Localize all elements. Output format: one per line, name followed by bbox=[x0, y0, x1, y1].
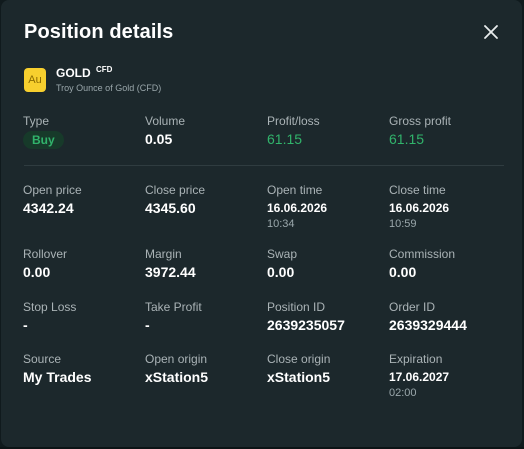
close-price-label: Close price bbox=[145, 183, 206, 197]
dialog-title: Position details bbox=[24, 21, 174, 43]
gross-profit-label: Gross profit bbox=[389, 114, 452, 128]
rollover-value: 0.00 bbox=[23, 264, 51, 280]
open-origin-label: Open origin bbox=[145, 352, 208, 366]
expiration-time: 02:00 bbox=[389, 387, 417, 399]
swap-value: 0.00 bbox=[267, 264, 295, 280]
order-id-label: Order ID bbox=[389, 300, 436, 314]
open-time-time: 10:34 bbox=[267, 218, 295, 230]
profit-loss-field: Profit/loss 61.15 bbox=[267, 114, 385, 147]
close-origin-field: Close origin xStation5 bbox=[267, 352, 385, 385]
stop-loss-label: Stop Loss bbox=[23, 300, 77, 314]
close-time-date: 16.06.2026 bbox=[389, 201, 450, 215]
close-icon[interactable] bbox=[479, 20, 503, 44]
close-origin-label: Close origin bbox=[267, 352, 331, 366]
open-origin-field: Open origin xStation5 bbox=[145, 352, 263, 385]
close-time-label: Close time bbox=[389, 183, 446, 197]
swap-label: Swap bbox=[267, 247, 298, 261]
source-value: My Trades bbox=[23, 369, 92, 385]
open-price-label: Open price bbox=[23, 183, 82, 197]
take-profit-label: Take Profit bbox=[145, 300, 202, 314]
volume-field: Volume 0.05 bbox=[145, 114, 263, 147]
source-field: Source My Trades bbox=[23, 352, 141, 385]
close-time-time: 10:59 bbox=[389, 218, 417, 230]
position-details-dialog: Position details Au GOLD CFD Troy Ounce … bbox=[1, 0, 522, 447]
type-field: Type Buy bbox=[23, 114, 141, 149]
profit-loss-label: Profit/loss bbox=[267, 114, 320, 128]
take-profit-field: Take Profit - bbox=[145, 300, 263, 333]
margin-value: 3972.44 bbox=[145, 264, 196, 280]
close-price-field: Close price 4345.60 bbox=[145, 183, 263, 216]
gross-profit-value: 61.15 bbox=[389, 131, 425, 147]
stop-loss-field: Stop Loss - bbox=[23, 300, 141, 333]
position-id-value: 2639235057 bbox=[267, 317, 345, 333]
type-label: Type bbox=[23, 114, 50, 128]
open-time-field: Open time 16.06.2026 10:34 bbox=[267, 183, 385, 231]
gold-logo-icon: Au bbox=[24, 68, 46, 92]
commission-field: Commission 0.00 bbox=[389, 247, 507, 280]
volume-label: Volume bbox=[145, 114, 186, 128]
volume-value: 0.05 bbox=[145, 131, 173, 147]
close-origin-value: xStation5 bbox=[267, 369, 331, 385]
rollover-field: Rollover 0.00 bbox=[23, 247, 141, 280]
position-id-field: Position ID 2639235057 bbox=[267, 300, 385, 333]
margin-field: Margin 3972.44 bbox=[145, 247, 263, 280]
expiration-field: Expiration 17.06.2027 02:00 bbox=[389, 352, 507, 400]
open-price-value: 4342.24 bbox=[23, 200, 74, 216]
order-id-value: 2639329444 bbox=[389, 317, 467, 333]
open-time-date: 16.06.2026 bbox=[267, 201, 328, 215]
open-time-label: Open time bbox=[267, 183, 323, 197]
instrument-description: Troy Ounce of Gold (CFD) bbox=[56, 83, 162, 93]
commission-label: Commission bbox=[389, 247, 456, 261]
close-price-value: 4345.60 bbox=[145, 200, 196, 216]
gross-profit-field: Gross profit 61.15 bbox=[389, 114, 507, 147]
take-profit-value: - bbox=[145, 317, 150, 333]
instrument-symbol: GOLD bbox=[56, 66, 91, 80]
position-id-label: Position ID bbox=[267, 300, 326, 314]
order-id-field: Order ID 2639329444 bbox=[389, 300, 507, 333]
source-label: Source bbox=[23, 352, 62, 366]
open-origin-value: xStation5 bbox=[145, 369, 209, 385]
expiration-date: 17.06.2027 bbox=[389, 370, 450, 384]
open-price-field: Open price 4342.24 bbox=[23, 183, 141, 216]
instrument-type-tag: CFD bbox=[96, 65, 113, 74]
stop-loss-value: - bbox=[23, 317, 28, 333]
profit-loss-value: 61.15 bbox=[267, 131, 303, 147]
close-time-field: Close time 16.06.2026 10:59 bbox=[389, 183, 507, 231]
margin-label: Margin bbox=[145, 247, 182, 261]
expiration-label: Expiration bbox=[389, 352, 443, 366]
swap-field: Swap 0.00 bbox=[267, 247, 385, 280]
commission-value: 0.00 bbox=[389, 264, 417, 280]
buy-badge: Buy bbox=[23, 131, 64, 149]
divider bbox=[24, 165, 504, 166]
rollover-label: Rollover bbox=[23, 247, 68, 261]
